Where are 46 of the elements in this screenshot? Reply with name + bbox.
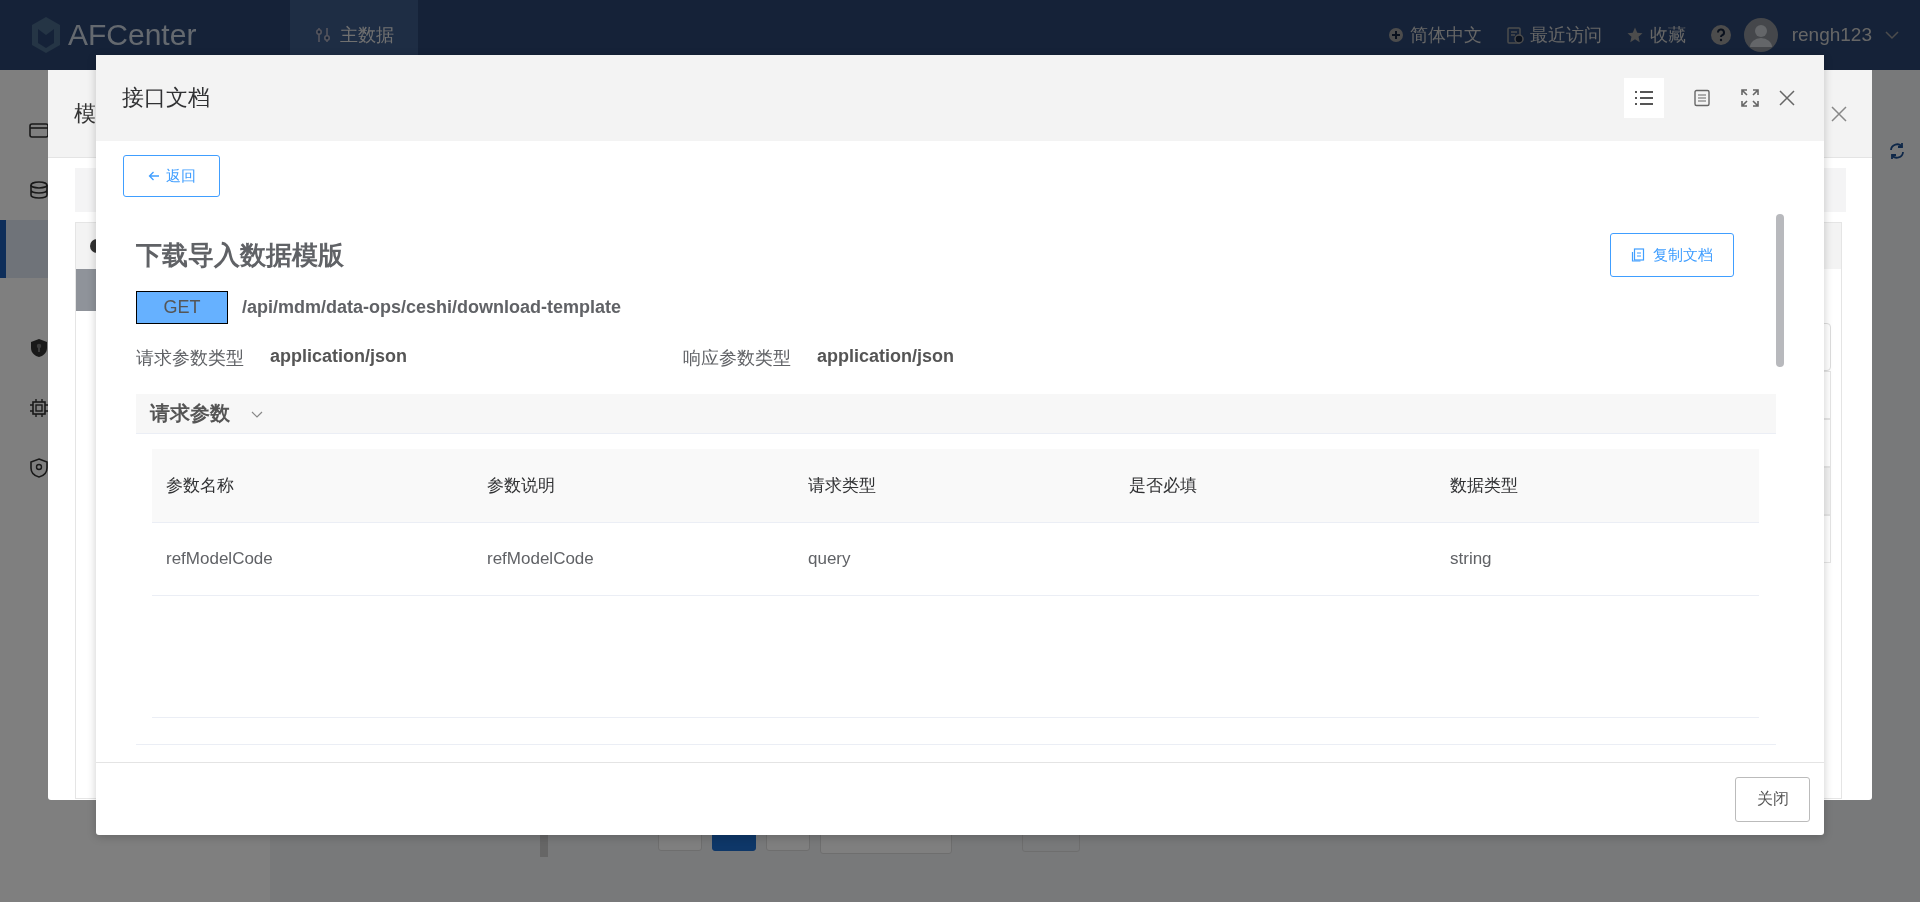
app-logo: AFCenter xyxy=(68,18,197,52)
chip-icon[interactable] xyxy=(28,397,50,419)
document-icon xyxy=(1693,89,1711,107)
table-cell-text: string xyxy=(1449,549,1493,569)
back-button[interactable]: 返回 xyxy=(123,155,220,197)
table-cell-text: query xyxy=(807,549,852,569)
clipboard-icon xyxy=(1505,25,1524,45)
column-header: 请求类型 xyxy=(807,475,877,497)
copy-icon xyxy=(1631,248,1645,262)
user-name[interactable]: rengh123 xyxy=(1791,24,1872,46)
column-header: 参数名称 xyxy=(165,475,235,497)
column-header: 数据类型 xyxy=(1449,475,1519,497)
header-link[interactable]: 最近访问 xyxy=(1505,23,1602,47)
list-icon xyxy=(1634,90,1654,106)
refresh-icon[interactable] xyxy=(1888,142,1906,160)
http-method-tag: GET xyxy=(136,291,228,324)
close-icon[interactable] xyxy=(1778,89,1796,107)
shield-icon[interactable] xyxy=(28,337,50,359)
section-header[interactable]: 请求参数 xyxy=(136,394,1776,434)
close-button[interactable]: 关闭 xyxy=(1735,776,1810,822)
column-header: 是否必填 xyxy=(1128,475,1198,497)
plus-circle-icon xyxy=(1387,27,1404,43)
close-icon[interactable] xyxy=(1830,104,1848,123)
table-cell-text: refModelCode xyxy=(486,549,595,569)
fullscreen-icon[interactable] xyxy=(1740,88,1760,108)
sliders-icon xyxy=(314,26,332,44)
response-type-value: application/json xyxy=(817,346,954,368)
request-type-label: 请求参数类型 xyxy=(136,347,244,370)
api-title: 下载导入数据模版 xyxy=(136,238,344,272)
table-cell-text: refModelCode xyxy=(165,549,274,569)
header-link[interactable]: 收藏 xyxy=(1625,23,1686,47)
shield-user-icon[interactable] xyxy=(28,457,50,479)
scrollbar[interactable] xyxy=(1776,214,1784,367)
response-type-label: 响应参数类型 xyxy=(683,347,791,370)
api-path: /api/mdm/data-ops/ceshi/download-template xyxy=(242,297,622,318)
list-view-button[interactable] xyxy=(1624,78,1664,118)
dialog-title: 接口文档 xyxy=(122,84,210,112)
column-header: 参数说明 xyxy=(486,475,556,497)
header-link[interactable]: 简体中文 xyxy=(1387,23,1482,47)
arrow-left-icon xyxy=(147,170,160,182)
database-icon[interactable] xyxy=(28,179,50,201)
request-type-value: application/json xyxy=(270,346,407,368)
star-icon xyxy=(1625,26,1644,44)
copy-doc-button[interactable]: 复制文档 xyxy=(1610,233,1734,277)
avatar-icon[interactable] xyxy=(1743,18,1778,52)
dialog-title: 模 xyxy=(74,99,96,128)
